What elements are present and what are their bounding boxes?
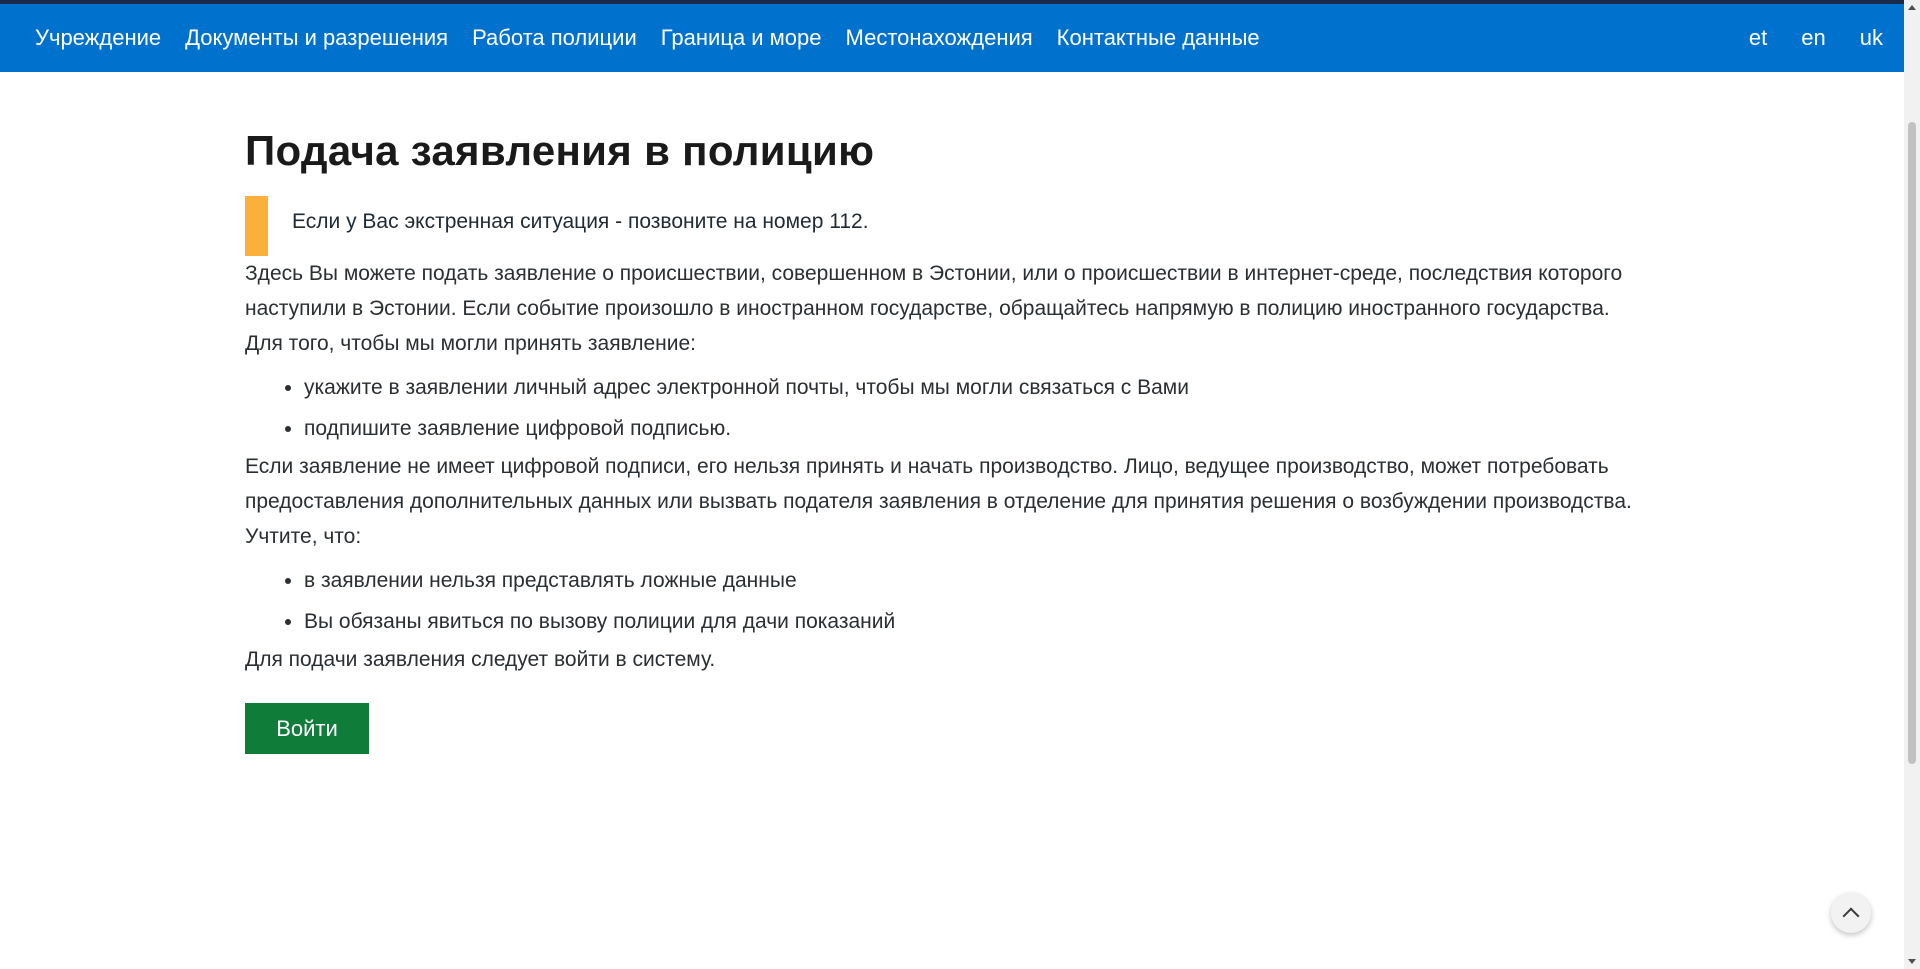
list-item: укажите в заявлении личный адрес электро… xyxy=(304,367,1665,408)
login-button[interactable]: Войти xyxy=(245,703,369,755)
nav-item-contacts[interactable]: Контактные данные xyxy=(1057,25,1260,51)
nav-item-police-work[interactable]: Работа полиции xyxy=(472,25,637,51)
notes-list: в заявлении нельзя представлять ложные д… xyxy=(245,560,1665,642)
language-switcher: et en uk xyxy=(1715,25,1883,51)
language-et[interactable]: et xyxy=(1749,25,1767,51)
signature-note: Если заявление не имеет цифровой подписи… xyxy=(245,455,1632,514)
requirements-lead: Для того, чтобы мы могли принять заявлен… xyxy=(245,332,697,356)
requirements-list: укажите в заявлении личный адрес электро… xyxy=(245,367,1665,449)
language-en[interactable]: en xyxy=(1801,25,1825,51)
scroll-up-arrow-icon[interactable] xyxy=(1908,5,1916,10)
chevron-up-icon xyxy=(1842,907,1860,924)
list-item: подпишите заявление цифровой подписью. xyxy=(304,408,1665,449)
page-title: Подача заявления в полицию xyxy=(245,127,875,174)
nav-item-locations[interactable]: Местонахождения xyxy=(846,25,1033,51)
nav-menu: Учреждение Документы и разрешения Работа… xyxy=(35,25,1284,51)
alert-text: Если у Вас экстренная ситуация - позвони… xyxy=(292,210,869,234)
scroll-down-arrow-icon[interactable] xyxy=(1908,959,1916,964)
nav-item-documents-permits[interactable]: Документы и разрешения xyxy=(185,25,448,51)
intro-paragraph: Здесь Вы можете подать заявление о проис… xyxy=(245,262,1623,321)
alert-accent-bar xyxy=(245,196,268,257)
main-content: Подача заявления в полицию Если у Вас эк… xyxy=(245,72,1665,755)
main-navigation: Учреждение Документы и разрешения Работа… xyxy=(0,4,1904,72)
scrollbar-thumb[interactable] xyxy=(1908,122,1916,764)
page-scrollbar[interactable] xyxy=(1904,0,1920,969)
list-item: в заявлении нельзя представлять ложные д… xyxy=(304,560,1665,601)
nav-item-border-sea[interactable]: Граница и море xyxy=(661,25,822,51)
scroll-to-top-button[interactable] xyxy=(1831,893,1871,933)
notes-lead: Учтите, что: xyxy=(245,525,362,549)
language-uk[interactable]: uk xyxy=(1860,25,1883,51)
nav-item-institution[interactable]: Учреждение xyxy=(35,25,161,51)
login-prompt: Для подачи заявления следует войти в сис… xyxy=(245,648,716,672)
emergency-alert: Если у Вас экстренная ситуация - позвони… xyxy=(245,196,1665,257)
list-item: Вы обязаны явиться по вызову полиции для… xyxy=(304,601,1665,642)
